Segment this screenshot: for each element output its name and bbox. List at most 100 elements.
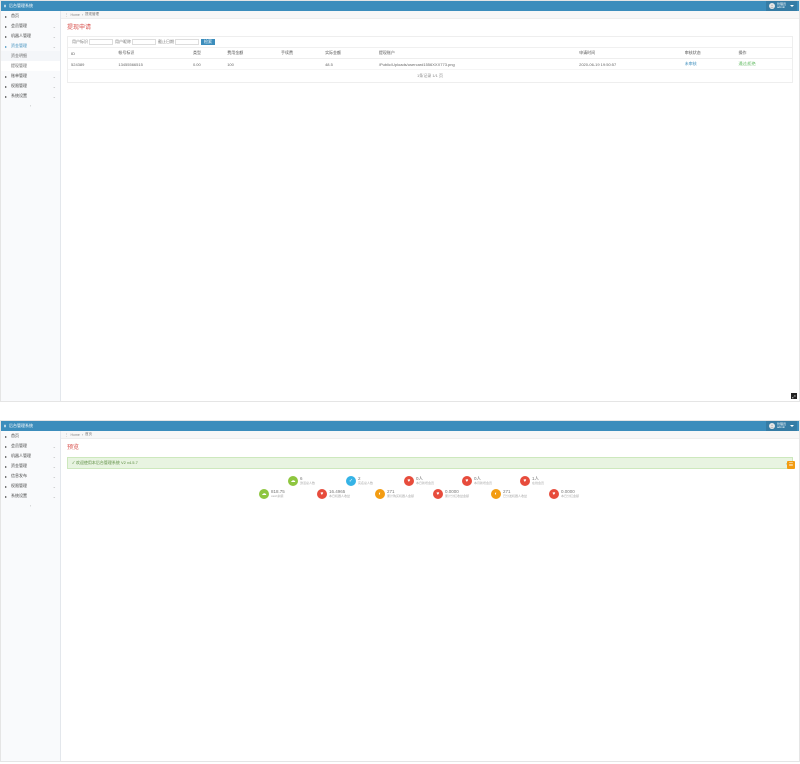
edit-icon: ▸ (5, 444, 9, 448)
stat-icon: ♥ (462, 476, 472, 486)
stat-card: ♥1人在线会员 (520, 476, 572, 486)
col-header: 审核状态 (682, 48, 736, 59)
sidebar-item-label: 会员管理 (11, 443, 27, 449)
sidebar-item-6[interactable]: ▸系统设置⌄ (1, 91, 60, 101)
sidebar-item-3[interactable]: ▸资金管理⌄ (1, 461, 60, 471)
chevron-down-icon: ⌄ (53, 24, 56, 29)
user-menu[interactable]: 管理员 admin (766, 421, 797, 431)
fullscreen-icon[interactable]: ⤢ (791, 393, 797, 399)
stat-label: cash余额 (271, 494, 285, 498)
sidebar-item-label: 系统设置 (11, 93, 27, 99)
crumb-ctrl[interactable]: ⋮ (65, 433, 69, 437)
topbar: 后台管理系统 管理员 admin (1, 1, 799, 11)
sidebar: ▸首页▸会员管理⌄▸机器人管理⌄▸资金管理⌄▸信息发布⌄▸权限管理⌄▸系统设置⌄… (1, 431, 61, 761)
col-header: 费用金额 (224, 48, 278, 59)
leaf-icon (3, 424, 7, 428)
crumb-home[interactable]: Home (71, 433, 80, 437)
sidebar-item-4[interactable]: ▸信息发布⌄ (1, 471, 60, 481)
inp-f2[interactable] (132, 39, 156, 45)
files-icon: ▸ (5, 474, 9, 478)
sidebar-item-4[interactable]: ▸账单管理⌄ (1, 71, 60, 81)
row-actions[interactable]: 通过|拒绝 (736, 59, 792, 70)
sidebar-item-label: 权限管理 (11, 483, 27, 489)
lbl-f3: 截止日期 (158, 39, 174, 45)
stat-icon: ☁ (288, 476, 298, 486)
stat-icon: ◐ (491, 489, 501, 499)
search-button[interactable]: 检索 (201, 39, 215, 45)
stat-label: 累计购买机器人金额 (387, 494, 414, 498)
page-title: 提现申请 (61, 19, 799, 34)
stat-label: 在线会员 (532, 481, 544, 485)
topbar: 后台管理系统 管理员 admin (1, 421, 799, 431)
brand[interactable]: 后台管理系统 (3, 3, 33, 9)
stat-icon: ♥ (520, 476, 530, 486)
sidebar-collapse[interactable]: ‹ (1, 101, 60, 110)
sidebar: ▸首页▸会员管理⌄▸机器人管理⌄▸资金管理⌄资金明细提现管理▸账单管理⌄▸权限管… (1, 11, 61, 401)
submenu-item-0[interactable]: 资金明细 (1, 51, 60, 61)
crumb-home[interactable]: Home (71, 13, 80, 17)
sidebar-item-0[interactable]: ▸首页 (1, 11, 60, 21)
page-title: 预览 (61, 439, 799, 454)
stat-label: 本日新增会员 (416, 481, 434, 485)
col-header: 帐号标识 (115, 48, 190, 59)
sidebar-item-6[interactable]: ▸系统设置⌄ (1, 491, 60, 501)
edit-icon: ▸ (5, 454, 9, 458)
col-header: 提现账户 (376, 48, 576, 59)
brand[interactable]: 后台管理系统 (3, 423, 33, 429)
filterbar: 用户标识 用户昵称 截止日期 检索 (68, 37, 792, 48)
dashboard-icon: ▸ (5, 14, 9, 18)
stat-label: 本月新增会员 (474, 481, 492, 485)
menu-toggle-icon[interactable]: ☰ (787, 461, 795, 469)
sidebar-item-label: 机器人管理 (11, 453, 31, 459)
stat-card: ☁6激活总人数 (288, 476, 340, 486)
chevron-down-icon: ⌄ (53, 44, 56, 49)
screen-withdraw: 后台管理系统 管理员 admin ▸首页▸会员管理⌄▸机器人管理⌄▸资金管理⌄资… (0, 0, 800, 402)
content: ⋮ Home › 提现管理 提现申请 用户标识 用户昵称 截止日期 检索 ID帐… (61, 11, 799, 401)
chevron-down-icon: ⌄ (53, 34, 56, 39)
sidebar-item-5[interactable]: ▸权限管理⌄ (1, 81, 60, 91)
chevron-down-icon: ⌄ (53, 464, 56, 469)
user-menu[interactable]: 管理员 admin (766, 1, 797, 11)
stat-label: 实名总人数 (358, 481, 373, 485)
sidebar-item-2[interactable]: ▸机器人管理⌄ (1, 31, 60, 41)
col-header: 申请时间 (576, 48, 682, 59)
sidebar-collapse[interactable]: ‹ (1, 501, 60, 510)
sidebar-item-label: 资金管理 (11, 43, 27, 49)
sidebar-item-label: 首页 (11, 13, 19, 19)
chevron-down-icon: ⌄ (53, 454, 56, 459)
leaf-icon (3, 4, 7, 8)
stat-card: ♥0人本月新增会员 (462, 476, 514, 486)
stat-label: 累计分红收益金额 (445, 494, 469, 498)
col-header: 实际金额 (322, 48, 376, 59)
content: ⋮ Home › 首页 预览 ☰ ✓ 欢迎使用本后台管理系统 V2 v4.5.7… (61, 431, 799, 761)
inp-f1[interactable] (89, 39, 113, 45)
submenu-item-1[interactable]: 提现管理 (1, 61, 60, 71)
sidebar-item-1[interactable]: ▸会员管理⌄ (1, 21, 60, 31)
inp-f3[interactable] (175, 39, 199, 45)
col-header: ID (68, 48, 115, 59)
app-name: 后台管理系统 (9, 3, 33, 9)
sidebar-item-2[interactable]: ▸机器人管理 ⌄ (1, 451, 60, 461)
panel: 用户标识 用户昵称 截止日期 检索 ID帐号标识类型费用金额手续费实际金额提现账… (67, 36, 793, 83)
col-header: 手续费 (278, 48, 322, 59)
sidebar-item-0[interactable]: ▸首页 (1, 431, 60, 441)
crumb-ctrl[interactable]: ⋮ (65, 13, 69, 17)
sidebar-item-3[interactable]: ▸资金管理⌄ (1, 41, 60, 51)
stat-card: ◐271已分发机器人收益 (491, 489, 543, 499)
sidebar-item-5[interactable]: ▸权限管理 ⌄ (1, 481, 60, 491)
files-icon: ▸ (5, 74, 9, 78)
chevron-down-icon: ⌄ (53, 84, 56, 89)
stat-icon: ☁ (259, 489, 269, 499)
stat-icon: ◐ (375, 489, 385, 499)
calendar-icon: ▸ (5, 464, 9, 468)
sidebar-item-1[interactable]: ▸会员管理⌄ (1, 441, 60, 451)
lbl-f1: 用户标识 (72, 39, 88, 45)
sidebar-item-label: 信息发布 (11, 473, 27, 479)
settings-icon: ▸ (5, 484, 9, 488)
edit-icon: ▸ (5, 24, 9, 28)
dashboard-stats: ☁6激活总人数✓2实名总人数♥0人本日新增会员♥0人本月新增会员♥1人在线会员 … (61, 472, 799, 503)
screen-dashboard: 后台管理系统 管理员 admin ▸首页▸会员管理⌄▸机器人管理⌄▸资金管理⌄▸… (0, 420, 800, 762)
status-cell: 未审核 (682, 59, 736, 70)
stat-icon: ♥ (549, 489, 559, 499)
chevron-down-icon: ⌄ (53, 484, 56, 489)
